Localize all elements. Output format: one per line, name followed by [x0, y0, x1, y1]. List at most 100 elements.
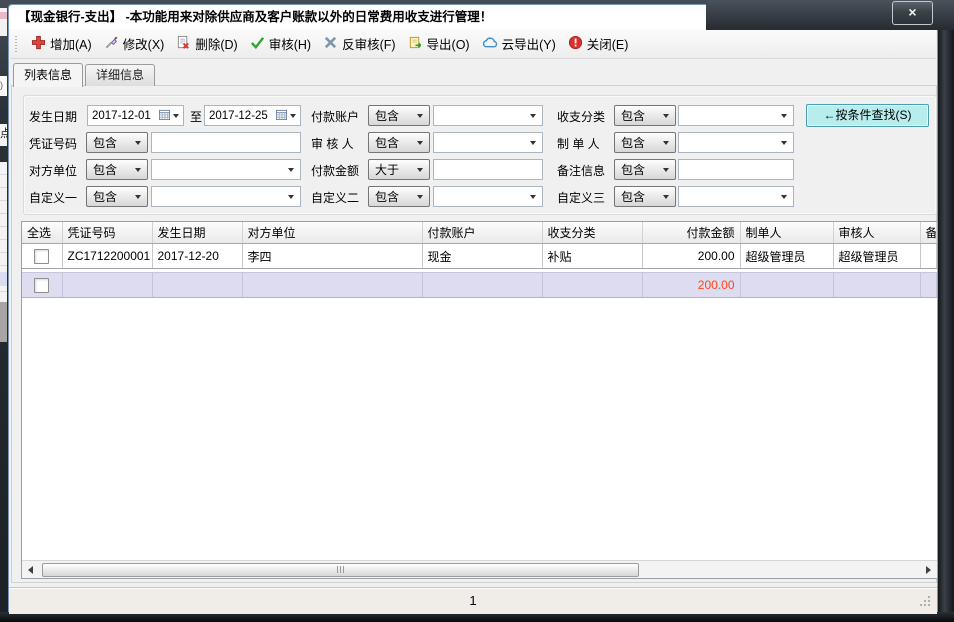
summary-row: 200.00	[22, 273, 937, 298]
table-row[interactable]: ZC1712200001 2017-12-20 李四 现金 补贴 200.00 …	[22, 244, 937, 269]
counterparty-label: 对方单位	[29, 162, 77, 179]
background-window-fragment	[0, 12, 7, 19]
unaudit-button[interactable]: 反审核(F)	[317, 31, 401, 56]
date-to-input[interactable]: 2017-12-25	[204, 105, 301, 126]
category-operator-select[interactable]: 包含	[614, 105, 676, 126]
custom3-operator-select[interactable]: 包含	[614, 186, 676, 207]
chevron-down-icon	[288, 195, 294, 199]
cloud-export-button[interactable]: 云导出(Y)	[476, 31, 562, 56]
page-indicator: 1	[9, 593, 937, 608]
custom1-operator-select[interactable]: 包含	[86, 186, 148, 207]
counterparty-operator-select[interactable]: 包含	[86, 159, 148, 180]
remark-input[interactable]	[678, 159, 794, 180]
chevron-down-icon	[530, 195, 536, 199]
chevron-down-icon	[417, 141, 423, 145]
col-creator: 制单人	[740, 222, 833, 244]
horizontal-scrollbar[interactable]	[22, 560, 937, 578]
custom2-combo[interactable]	[433, 186, 543, 207]
tab-detail-info[interactable]: 详细信息	[85, 64, 155, 86]
audit-check-icon	[250, 35, 265, 53]
amount-input[interactable]	[433, 159, 543, 180]
col-amount: 付款金额	[642, 222, 740, 244]
col-category: 收支分类	[542, 222, 642, 244]
resize-grip[interactable]	[928, 596, 930, 598]
background-window-fragment: )	[0, 76, 7, 96]
remark-operator-select[interactable]: 包含	[614, 159, 676, 180]
custom1-combo[interactable]	[151, 186, 301, 207]
audit-button[interactable]: 审核(H)	[244, 31, 317, 56]
row-checkbox[interactable]	[34, 249, 49, 264]
custom1-label: 自定义一	[29, 189, 77, 206]
date-from-input[interactable]: 2017-12-01	[87, 105, 184, 126]
chevron-down-icon	[417, 168, 423, 172]
tab-bar: 列表信息 详细信息	[13, 63, 157, 86]
scrollbar-grip	[337, 566, 345, 573]
amount-operator-select[interactable]: 大于	[368, 159, 430, 180]
counterparty-combo[interactable]	[151, 159, 301, 180]
custom2-label: 自定义二	[311, 189, 359, 206]
voucher-no-operator-select[interactable]: 包含	[86, 132, 148, 153]
add-button[interactable]: 增加(A)	[25, 31, 98, 56]
chevron-down-icon	[135, 141, 141, 145]
chevron-down-icon	[663, 114, 669, 118]
custom2-operator-select[interactable]: 包含	[368, 186, 430, 207]
search-by-condition-button[interactable]: ←按条件查找(S)	[806, 104, 929, 127]
category-label: 收支分类	[557, 108, 605, 125]
chevron-down-icon	[417, 195, 423, 199]
pay-account-operator-select[interactable]: 包含	[368, 105, 430, 126]
background-window-fragment	[0, 272, 7, 286]
col-pay-account: 付款账户	[422, 222, 542, 244]
pay-account-label: 付款账户	[311, 108, 359, 125]
chevron-down-icon	[288, 168, 294, 172]
cash-bank-expense-window: 【现金银行-支出】 -本功能用来对除供应商及客户账款以外的日常费用收支进行管理！…	[8, 4, 938, 612]
right-triangle-icon	[926, 566, 931, 574]
scroll-left-arrow[interactable]	[23, 562, 38, 577]
auditor-combo[interactable]	[433, 132, 543, 153]
amount-label: 付款金额	[311, 162, 359, 179]
chevron-down-icon	[173, 114, 179, 118]
delete-button[interactable]: 删除(D)	[170, 31, 243, 56]
chevron-down-icon	[663, 168, 669, 172]
calendar-icon	[276, 109, 287, 123]
tab-list-info[interactable]: 列表信息	[13, 63, 83, 87]
left-triangle-icon	[28, 566, 33, 574]
summary-checkbox[interactable]	[34, 278, 49, 293]
auditor-label: 审 核 人	[311, 135, 354, 152]
unaudit-cross-icon	[323, 35, 338, 53]
category-combo[interactable]	[678, 105, 794, 126]
background-window-fragment: 点	[0, 124, 7, 146]
background-window-fragment	[0, 302, 7, 342]
delete-icon	[176, 35, 191, 53]
chevron-down-icon	[781, 195, 787, 199]
chevron-down-icon	[135, 195, 141, 199]
close-button[interactable]: ×	[892, 1, 933, 25]
chevron-down-icon	[530, 114, 536, 118]
creator-combo[interactable]	[678, 132, 794, 153]
col-counterparty: 对方单位	[242, 222, 422, 244]
pay-account-combo[interactable]	[433, 105, 543, 126]
voucher-no-label: 凭证号码	[29, 135, 77, 152]
col-select-all[interactable]: 全选	[22, 222, 62, 244]
creator-operator-select[interactable]: 包含	[614, 132, 676, 153]
window-frame-right	[938, 0, 954, 622]
chevron-down-icon	[290, 114, 296, 118]
auditor-operator-select[interactable]: 包含	[368, 132, 430, 153]
export-button[interactable]: 导出(O)	[402, 31, 476, 56]
col-date: 发生日期	[152, 222, 242, 244]
occur-date-label: 发生日期	[29, 108, 77, 125]
voucher-no-input[interactable]	[151, 132, 301, 153]
custom3-combo[interactable]	[678, 186, 794, 207]
remark-label: 备注信息	[557, 162, 605, 179]
chevron-down-icon	[663, 195, 669, 199]
edit-icon	[104, 35, 119, 53]
scrollbar-thumb[interactable]	[42, 563, 639, 577]
close-window-button[interactable]: 关闭(E)	[562, 31, 635, 56]
chevron-down-icon	[781, 141, 787, 145]
export-icon	[408, 35, 423, 53]
status-bar: 1	[9, 587, 937, 614]
toolbar: 增加(A) 修改(X) 删除(D) 审核(H) 反审核(F) 导出(O) 云导出…	[10, 29, 936, 59]
cloud-export-icon	[482, 35, 498, 53]
scroll-right-arrow[interactable]	[921, 562, 936, 577]
edit-button[interactable]: 修改(X)	[98, 31, 171, 56]
parent-titlebar: ×	[706, 0, 954, 30]
